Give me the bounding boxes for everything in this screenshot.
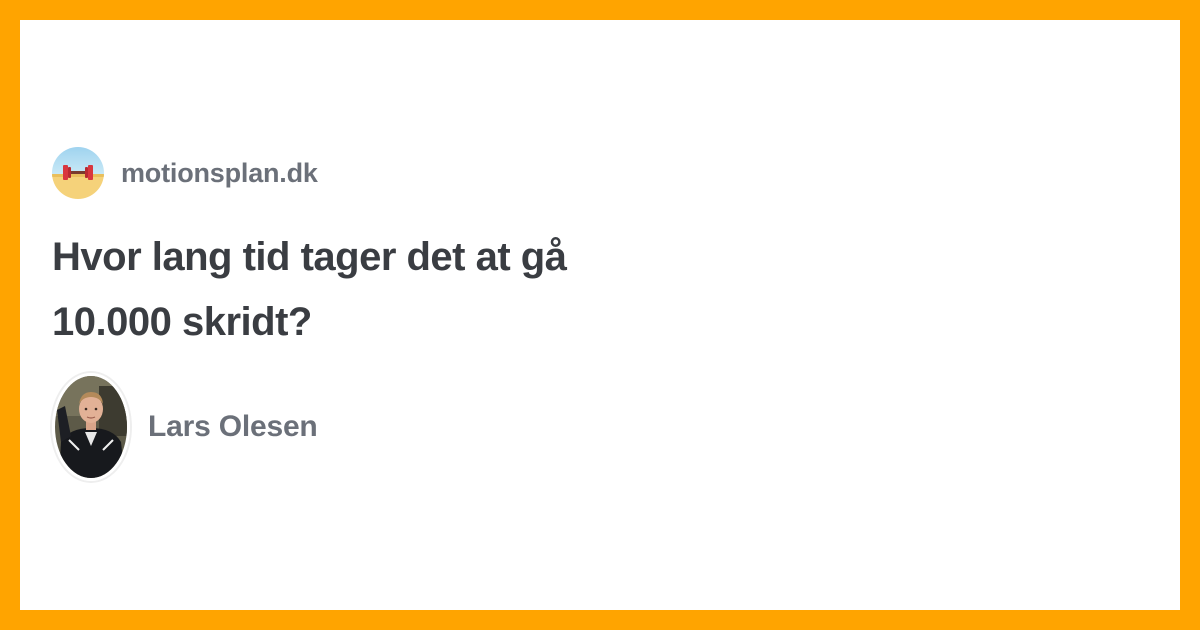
article-title: Hvor lang tid tager det at gå 10.000 skr…	[52, 235, 567, 344]
author-photo	[55, 376, 127, 478]
author-avatar[interactable]	[52, 373, 130, 481]
site-logo	[52, 147, 104, 199]
site-name[interactable]: motionsplan.dk	[121, 158, 318, 189]
site-header[interactable]: motionsplan.dk	[52, 147, 318, 199]
author-byline[interactable]: Lars Olesen	[52, 373, 318, 481]
share-card: motionsplan.dk Hvor lang tid tager det a…	[20, 20, 1180, 610]
author-name[interactable]: Lars Olesen	[148, 410, 318, 444]
dumbbell-beach-icon	[52, 147, 104, 199]
